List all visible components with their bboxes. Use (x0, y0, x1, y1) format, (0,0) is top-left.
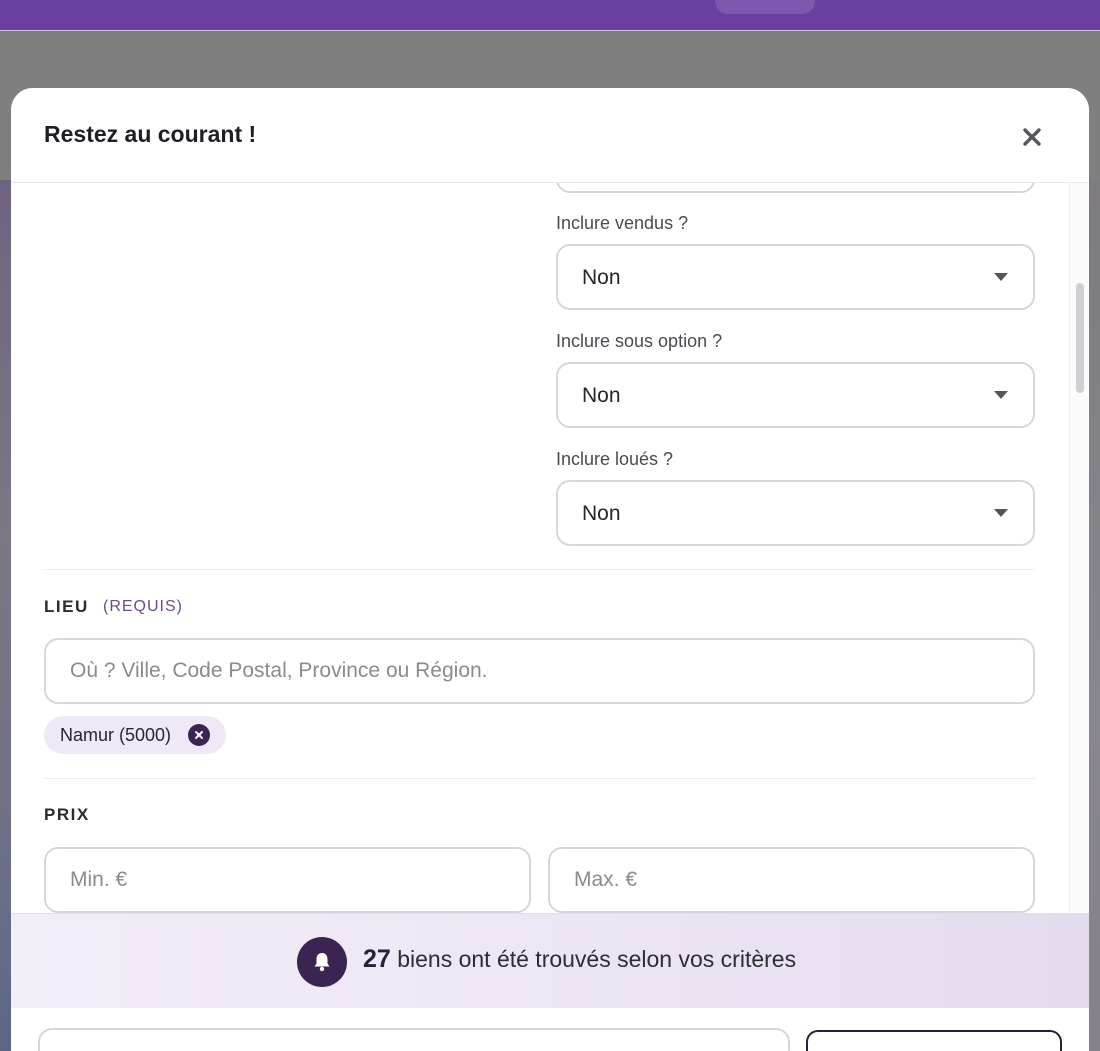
include-sold-select[interactable]: Non (556, 244, 1035, 310)
scrollbar[interactable] (1069, 183, 1089, 913)
include-sold-value: Non (582, 266, 621, 289)
include-rented-label: Inclure loués ? (556, 449, 674, 469)
close-circle-icon (195, 731, 203, 739)
include-rented-value: Non (582, 502, 621, 525)
top-navigation-bar (0, 0, 1100, 31)
results-label: biens ont été trouvés selon vos critères (397, 946, 797, 972)
include-under-option-value: Non (582, 384, 621, 407)
include-rented-select[interactable]: Non (556, 480, 1035, 546)
previous-select-box[interactable] (556, 183, 1035, 193)
chip-remove-button[interactable] (188, 724, 210, 746)
price-section-title: PRIX (44, 805, 90, 824)
top-nav-button[interactable] (715, 0, 815, 14)
close-icon (1023, 128, 1041, 146)
location-input[interactable] (44, 638, 1035, 704)
include-under-option-label: Inclure sous option ? (556, 331, 723, 351)
price-min-input[interactable] (44, 847, 531, 913)
bell-badge (297, 937, 347, 987)
section-divider (44, 778, 1035, 779)
modal-header: Restez au courant ! (11, 88, 1089, 183)
results-message: 27 biens ont été trouvés selon vos critè… (363, 945, 796, 974)
price-max-input[interactable] (548, 847, 1035, 913)
footer-secondary-field[interactable] (38, 1028, 790, 1051)
results-count: 27 (363, 945, 391, 973)
footer-primary-button[interactable] (806, 1030, 1062, 1051)
bell-icon (314, 953, 330, 972)
chevron-down-icon (994, 391, 1008, 399)
alert-modal: Restez au courant ! Inclure vendus ? Non… (11, 88, 1089, 1051)
location-required-tag: (REQUIS) (103, 598, 183, 615)
location-section-title: LIEU (44, 597, 89, 616)
scrollbar-thumb[interactable] (1076, 283, 1084, 393)
modal-scroll-content[interactable]: Inclure vendus ? Non Inclure sous option… (11, 183, 1069, 913)
modal-title: Restez au courant ! (44, 121, 257, 147)
close-button[interactable] (1017, 122, 1047, 152)
section-divider (44, 569, 1035, 570)
location-chip: Namur (5000) (44, 716, 226, 754)
include-sold-label: Inclure vendus ? (556, 213, 689, 233)
chevron-down-icon (994, 273, 1008, 281)
chevron-down-icon (994, 509, 1008, 517)
results-summary-bar: 27 biens ont été trouvés selon vos critè… (11, 913, 1089, 1008)
background-page-edge-right (1088, 180, 1100, 1051)
include-under-option-select[interactable]: Non (556, 362, 1035, 428)
location-chip-label: Namur (5000) (60, 724, 172, 745)
